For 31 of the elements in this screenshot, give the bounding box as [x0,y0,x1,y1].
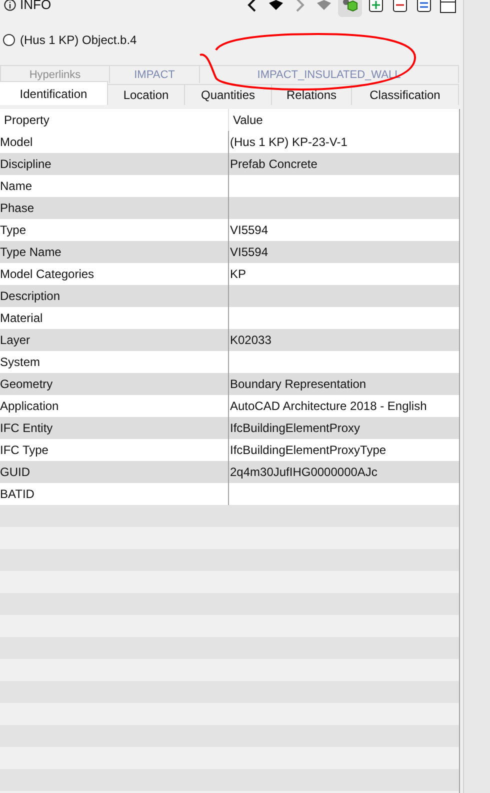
window-icon [440,0,456,13]
column-header[interactable]: Value [229,109,459,131]
value-cell-text: IfcBuildingElementProxyType [229,442,388,459]
value-cell-text: VI5594 [229,244,270,261]
value-cell-text: Prefab Concrete [229,156,318,173]
model-toggle[interactable] [338,0,362,17]
value-cell-text: AutoCAD Architecture 2018 - English [229,398,428,415]
value-cell-text: Boundary Representation [229,376,368,393]
info-icon [4,0,16,11]
tab[interactable]: Classification [352,84,459,105]
value-cell-text: (Hus 1 KP) KP-23-V-1 [229,134,348,151]
plus-icon [369,0,383,12]
value-cell-text: VI5594 [229,222,270,239]
value-cell-text: KP [229,266,248,283]
minus-icon [393,0,407,12]
panel-title: INFO [20,0,52,14]
value-cell-text: 2q4m30JufIHG0000000AJc [229,464,378,481]
tab[interactable]: Location [108,84,185,105]
cube-icon [342,0,358,13]
value-cell-text: IfcBuildingElementProxy [229,420,362,437]
tab[interactable]: Identification [0,81,108,105]
object-label: (Hus 1 KP) Object.b.4 [20,32,137,49]
value-cell-text: K02033 [229,332,272,349]
chevron-icon [295,0,305,12]
caret-icon [269,0,283,10]
caret-icon [317,0,331,10]
radio-button[interactable] [3,34,15,46]
tab[interactable]: Quantities [185,84,272,105]
equals-icon [417,0,431,12]
chevron-icon [247,0,257,12]
tab[interactable]: Relations [272,84,352,105]
